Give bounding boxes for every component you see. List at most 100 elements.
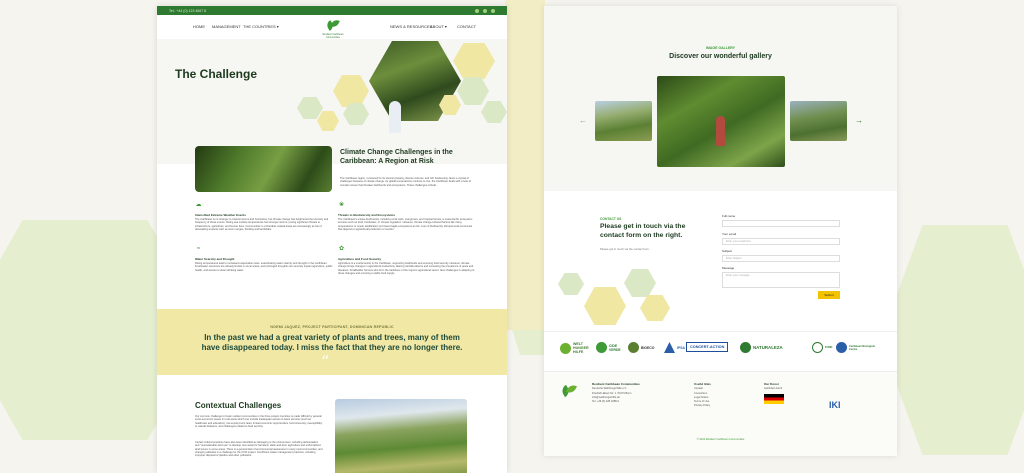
landscape-image bbox=[335, 399, 467, 473]
footer-org: Resilient Caribbean Communities Deutsche… bbox=[592, 382, 642, 404]
contextual-section: Contextual Challenges Our common challen… bbox=[157, 375, 507, 473]
social-icons bbox=[475, 8, 495, 13]
contact-hexagon bbox=[640, 295, 670, 321]
nav-countries-label: THE COUNTRIES bbox=[243, 24, 276, 29]
feature-title: Agriculture and Food Security bbox=[338, 257, 382, 261]
iki-logo[interactable]: IKI bbox=[829, 400, 841, 410]
partner-logo[interactable]: CONCERT-ACTION bbox=[686, 342, 729, 352]
name-label: Full name bbox=[722, 214, 736, 218]
gallery-prev-icon[interactable]: ← bbox=[579, 116, 587, 125]
contact-hexagon bbox=[584, 287, 626, 325]
partner-name: PUND bbox=[825, 346, 833, 349]
chevron-down-icon: ▾ bbox=[444, 24, 447, 29]
facebook-icon[interactable] bbox=[475, 8, 479, 13]
leaf-icon: ❀ bbox=[338, 202, 345, 208]
gallery-section: IMAGE GALLERY Discover our wonderful gal… bbox=[544, 6, 897, 191]
leaf-logo-icon bbox=[325, 18, 340, 31]
partner-name: IPSA bbox=[677, 345, 685, 350]
partner-logo[interactable]: Caribbean Biological Centre bbox=[836, 342, 883, 353]
partner-mark-icon bbox=[628, 342, 639, 353]
feature-title: Intensified Extreme Weather Events bbox=[195, 213, 246, 217]
footer-links: Useful links Contact Consortium Legal No… bbox=[694, 382, 711, 409]
partner-logo[interactable]: NATURALEZA bbox=[740, 342, 783, 353]
footer-sponsor-sub: Gefördert durch bbox=[764, 387, 783, 391]
partner-name: WELT HUNGER HILFE bbox=[573, 342, 589, 354]
footer-phone[interactable]: Tel: +49 (0) 228 2288-0 bbox=[592, 400, 619, 403]
nav-home[interactable]: HOME bbox=[193, 24, 205, 29]
partner-logo[interactable]: WELT HUNGER HILFE bbox=[560, 342, 595, 354]
chevron-down-icon: ▾ bbox=[276, 24, 279, 29]
footer-org-name: Resilient Caribbean Communities bbox=[592, 382, 640, 386]
partner-logo[interactable]: CIDE VERDE bbox=[596, 342, 623, 353]
name-field[interactable] bbox=[722, 220, 840, 227]
submit-button[interactable]: Submit bbox=[818, 291, 840, 299]
partner-mark-icon bbox=[664, 342, 675, 353]
gallery-next-icon[interactable]: → bbox=[855, 116, 863, 125]
footer-email[interactable]: info@welthungerhilfe.de bbox=[592, 396, 620, 399]
main-nav: HOME MANAGEMENT THE COUNTRIES ▾ Resilien… bbox=[157, 15, 507, 39]
partner-logo[interactable]: PUND bbox=[812, 342, 832, 353]
hero-hexagon bbox=[317, 111, 339, 131]
partner-logos: WELT HUNGER HILFE CIDE VERDE BIOECO IPSA… bbox=[544, 331, 897, 371]
hero-hexagon bbox=[481, 101, 507, 123]
footer-sponsor: Our Donor Gefördert durch bbox=[764, 382, 784, 404]
hero-person bbox=[389, 101, 401, 133]
footer-link[interactable]: Consortium bbox=[694, 392, 707, 395]
nav-news[interactable]: NEWS & RESOURCES bbox=[390, 24, 432, 29]
footer-logo-icon[interactable] bbox=[559, 382, 578, 400]
feature-body: Agriculture is a crucial sector in the C… bbox=[338, 262, 475, 275]
nav-countries[interactable]: THE COUNTRIES ▾ bbox=[243, 24, 279, 29]
page-title: The Challenge bbox=[175, 67, 258, 81]
partner-name: CONCERT-ACTION bbox=[690, 345, 725, 349]
feature-title: Water Scarcity and Drought bbox=[195, 257, 235, 261]
gallery-tag: IMAGE GALLERY bbox=[705, 46, 736, 50]
footer-links-title: Useful links bbox=[694, 382, 711, 386]
partner-logo[interactable]: IPSA bbox=[664, 342, 685, 353]
federal-ministry-flag-icon bbox=[764, 393, 784, 404]
email-field[interactable]: Enter your email here bbox=[722, 238, 840, 245]
hero-hexagon bbox=[457, 77, 489, 105]
hero-hexagon bbox=[453, 43, 495, 79]
sprout-icon: ✿ bbox=[338, 246, 345, 252]
hero-hexagon bbox=[297, 97, 323, 119]
contextual-heading: Contextual Challenges bbox=[195, 401, 282, 410]
nav-about-label: ABOUT bbox=[430, 24, 444, 29]
climate-heading: Climate Change Challenges in the Caribbe… bbox=[340, 149, 453, 165]
gallery-image-next[interactable] bbox=[790, 101, 847, 141]
partner-name: NATURALEZA bbox=[753, 345, 783, 350]
footer-link[interactable]: Terms of Use bbox=[694, 400, 709, 403]
top-bar-phone[interactable]: Tel.: +44 (0) 123 4567 8 bbox=[169, 9, 206, 13]
bg-hexagon-right bbox=[880, 225, 1024, 455]
gallery-person bbox=[716, 116, 725, 146]
feature-body: The Caribbean is no stranger to tropical… bbox=[195, 218, 329, 231]
feature-body: Rising temperatures lead to increased ev… bbox=[195, 262, 333, 272]
contact-tag: CONTACT US bbox=[600, 217, 622, 221]
footer-line: Friedrich-Ebert-Str. 1, 53173 Bonn bbox=[592, 391, 632, 395]
feature-title: Threats to Biodiversity and Ecosystems bbox=[338, 213, 396, 217]
subject-field[interactable]: Enter Subject bbox=[722, 255, 840, 262]
instagram-icon[interactable] bbox=[491, 8, 495, 13]
footer-link[interactable]: Privacy Policy bbox=[694, 404, 710, 407]
challenge-page-mockup: Tel.: +44 (0) 123 4567 8 HOME MANAGEMENT… bbox=[157, 6, 507, 473]
footer-copyright: © 2024 Resilient Caribbean Communities bbox=[696, 438, 745, 441]
nav-about[interactable]: ABOUT ▾ bbox=[430, 24, 447, 29]
footer-link[interactable]: Legal Notice bbox=[694, 396, 708, 399]
footer-link[interactable]: Contact bbox=[694, 387, 703, 390]
linkedin-icon[interactable] bbox=[483, 8, 487, 13]
footer-line: Deutsche Welthungerhilfe e.V. bbox=[592, 387, 627, 391]
partner-logo[interactable]: BIOECO bbox=[628, 342, 654, 353]
contact-hexagon bbox=[558, 273, 584, 295]
quote-mark-icon: “ bbox=[321, 352, 330, 371]
site-footer: Resilient Caribbean Communities Deutsche… bbox=[544, 371, 897, 456]
message-label: Message bbox=[722, 266, 735, 270]
feature-body: The Caribbean's unique biodiversity, inc… bbox=[338, 218, 473, 231]
nav-contact[interactable]: CONTACT bbox=[457, 24, 476, 29]
nav-management[interactable]: MANAGEMENT bbox=[212, 24, 241, 29]
contact-title: Please get in touch via the contact form… bbox=[600, 223, 686, 239]
gallery-image-prev[interactable] bbox=[595, 101, 652, 141]
email-label: Your email bbox=[722, 232, 737, 236]
partner-mark-icon bbox=[836, 342, 847, 353]
contextual-body: Our common challenge to foster resilient… bbox=[195, 415, 323, 428]
testimonial-section: NOEMI JAQUEZ, PROJECT PARTICIPANT, DOMIN… bbox=[157, 309, 507, 375]
message-field[interactable]: Enter your message... bbox=[722, 272, 840, 288]
